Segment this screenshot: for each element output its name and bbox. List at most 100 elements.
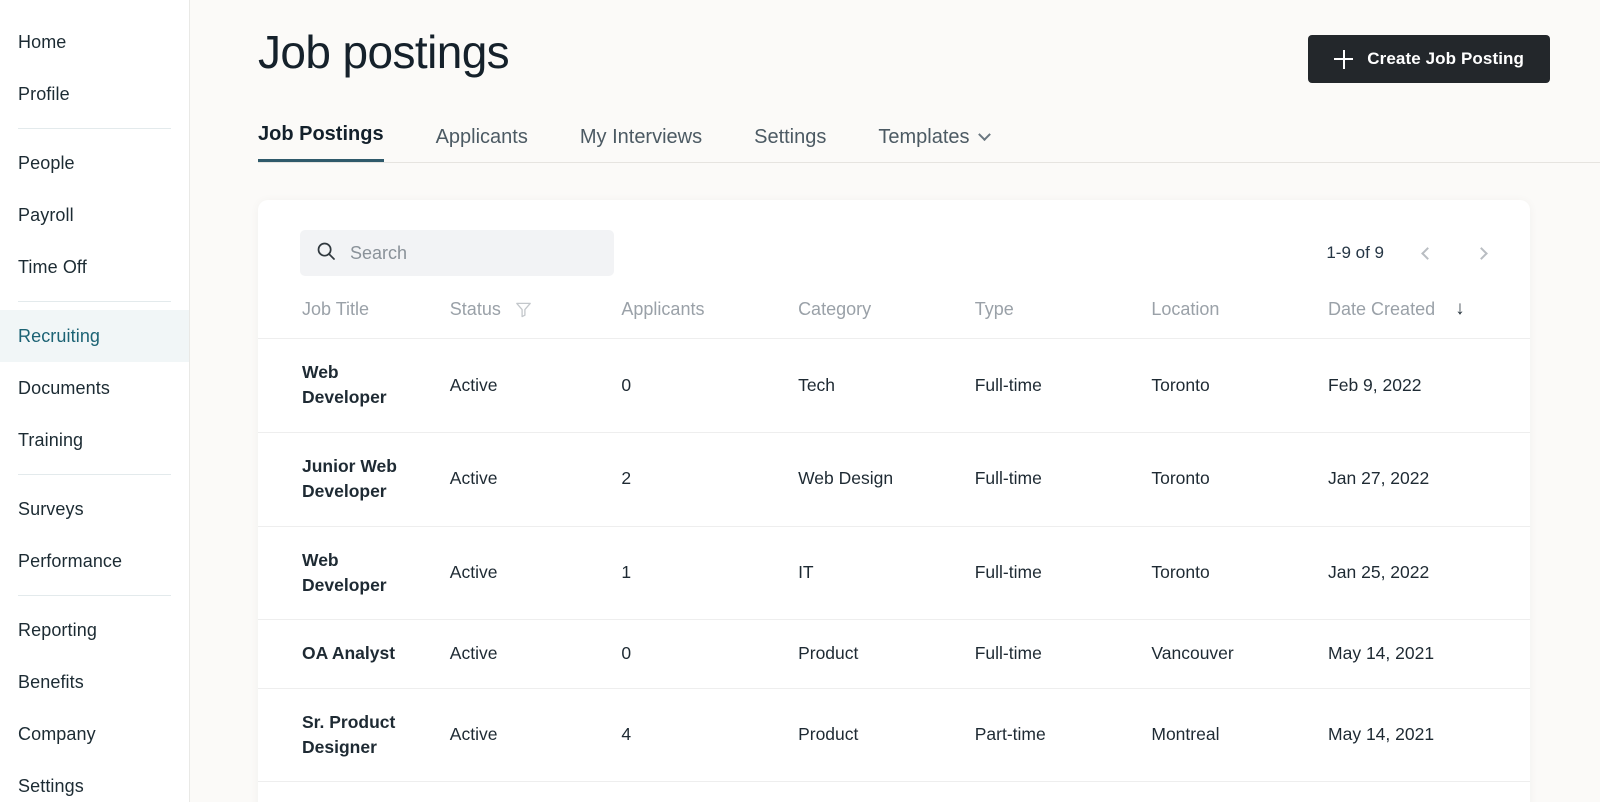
cell-status: Active: [449, 431, 622, 526]
sidebar-item-people[interactable]: People: [0, 137, 189, 189]
cell-category: Product: [798, 619, 975, 689]
sidebar-item-reporting[interactable]: Reporting: [0, 604, 189, 656]
cell-type: Full-time: [974, 338, 1152, 433]
column-label: Status: [449, 298, 501, 319]
pagination-prev-button[interactable]: [1416, 242, 1438, 264]
cell-type: Contract: [974, 781, 1152, 802]
sidebar-item-documents[interactable]: Documents: [0, 362, 189, 414]
table-row[interactable]: Web Developer Active 1 IT Full-time Toro…: [258, 525, 1530, 620]
tab-label: Applicants: [435, 126, 528, 148]
pagination-range: 1-9 of 9: [1326, 243, 1384, 262]
job-postings-table: Job Title Status Applicants Category Typ…: [258, 298, 1530, 802]
cell-category: Tech: [798, 338, 975, 433]
cell-status: Active: [449, 781, 622, 802]
sidebar-item-label: Settings: [18, 775, 84, 796]
sidebar-item-label: Company: [18, 723, 96, 744]
cell-location: New York: [1151, 781, 1329, 802]
table-header: Job Title Status Applicants Category Typ…: [258, 298, 1530, 339]
column-label: Category: [798, 298, 872, 319]
filter-icon[interactable]: [515, 301, 532, 318]
cell-date-created: Feb 9, 2022: [1328, 338, 1530, 433]
table-row[interactable]: Sr. Product Designer Active 4 Product Pa…: [258, 687, 1530, 782]
sidebar-item-label: Time Off: [18, 256, 87, 277]
cell-date-created: May 14, 2021: [1328, 781, 1530, 802]
job-postings-card: 1-9 of 9 Job Title: [258, 200, 1530, 802]
tab-my-interviews[interactable]: My Interviews: [580, 126, 702, 162]
cell-category: Human Resources: [798, 781, 975, 802]
cell-location: Toronto: [1151, 431, 1329, 526]
cell-applicants: 2: [621, 431, 799, 526]
column-header-job-title[interactable]: Job Title: [258, 298, 450, 339]
column-header-status[interactable]: Status: [450, 298, 622, 339]
table-body: Web Developer Active 0 Tech Full-time To…: [258, 338, 1530, 802]
column-header-type[interactable]: Type: [975, 298, 1152, 339]
tab-bar: Job Postings Applicants My Interviews Se…: [258, 113, 1600, 163]
sidebar-item-company[interactable]: Company: [0, 708, 189, 760]
cell-applicants: 0: [621, 338, 799, 433]
sidebar-divider: [18, 128, 171, 129]
sidebar-item-label: Documents: [18, 377, 110, 398]
column-label: Date Created: [1328, 298, 1436, 319]
sidebar-item-payroll[interactable]: Payroll: [0, 189, 189, 241]
column-header-category[interactable]: Category: [798, 298, 975, 339]
pagination-next-button[interactable]: [1470, 242, 1492, 264]
sidebar-item-time-off[interactable]: Time Off: [0, 241, 189, 293]
search-input[interactable]: [350, 242, 598, 264]
tab-label: Settings: [754, 126, 827, 148]
create-job-posting-label: Create Job Posting: [1367, 49, 1524, 68]
table-row[interactable]: Junior Web Developer Active 2 Web Design…: [258, 431, 1530, 526]
tab-label: My Interviews: [579, 126, 703, 148]
table-row[interactable]: OA Analyst Active 0 Product Full-time Va…: [258, 619, 1530, 689]
sidebar-divider: [18, 474, 171, 475]
sidebar-item-surveys[interactable]: Surveys: [0, 483, 189, 535]
cell-applicants: 1: [621, 525, 799, 620]
sidebar-item-home[interactable]: Home: [0, 16, 189, 68]
table-header-row: Job Title Status Applicants Category Typ…: [258, 298, 1530, 339]
cell-applicants: 4: [621, 687, 799, 782]
cell-job-title: Web Developer: [258, 525, 450, 620]
sidebar-item-settings[interactable]: Settings: [0, 760, 189, 802]
search-box[interactable]: [300, 230, 614, 276]
app-root: Home Profile People Payroll Time Off Rec…: [0, 0, 1600, 802]
tab-settings[interactable]: Settings: [754, 126, 826, 162]
chevron-down-icon: [977, 128, 991, 142]
sidebar-item-label: Home: [18, 31, 67, 52]
cell-applicants: 1: [621, 781, 799, 802]
sidebar-item-benefits[interactable]: Benefits: [0, 656, 189, 708]
sidebar-group-5: Reporting Benefits Company Settings: [0, 604, 189, 802]
cell-category: Product: [798, 687, 975, 782]
tab-job-postings[interactable]: Job Postings: [258, 123, 384, 162]
cell-category: Web Design: [798, 431, 975, 526]
column-header-applicants[interactable]: Applicants: [621, 298, 798, 339]
cell-date-created: Jan 27, 2022: [1328, 431, 1530, 526]
cell-type: Full-time: [974, 525, 1152, 620]
cell-status: Active: [449, 687, 622, 782]
column-header-date-created[interactable]: Date Created ↓: [1328, 298, 1530, 339]
cell-type: Full-time: [974, 619, 1152, 689]
table-row[interactable]: Web Developer Active 0 Tech Full-time To…: [258, 338, 1530, 433]
sidebar-item-label: Surveys: [18, 498, 84, 519]
pagination: 1-9 of 9: [1326, 242, 1492, 264]
sidebar-item-label: Training: [18, 429, 84, 450]
cell-status: Active: [449, 338, 622, 433]
sidebar-group-3: Recruiting Documents Training: [0, 310, 189, 466]
main-content: Job postings Create Job Posting Job Post…: [190, 0, 1600, 802]
sidebar-item-profile[interactable]: Profile: [0, 68, 189, 120]
tab-templates[interactable]: Templates: [878, 126, 991, 162]
table-row[interactable]: HR Manager Active 1 Human Resources Cont…: [258, 781, 1530, 802]
cell-category: IT: [798, 525, 975, 620]
tab-applicants[interactable]: Applicants: [436, 126, 528, 162]
sidebar-item-label: Benefits: [18, 671, 84, 692]
tab-label: Templates: [878, 126, 970, 148]
sidebar-item-performance[interactable]: Performance: [0, 535, 189, 587]
tab-label: Job Postings: [258, 123, 384, 145]
sidebar-item-label: People: [18, 152, 75, 173]
cell-status: Active: [449, 525, 622, 620]
sidebar-item-training[interactable]: Training: [0, 414, 189, 466]
cell-date-created: Jan 25, 2022: [1328, 525, 1530, 620]
cell-location: Toronto: [1151, 338, 1329, 433]
column-header-location[interactable]: Location: [1151, 298, 1328, 339]
sidebar-item-recruiting[interactable]: Recruiting: [0, 310, 189, 362]
create-job-posting-button[interactable]: Create Job Posting: [1308, 35, 1550, 83]
cell-type: Part-time: [974, 687, 1152, 782]
